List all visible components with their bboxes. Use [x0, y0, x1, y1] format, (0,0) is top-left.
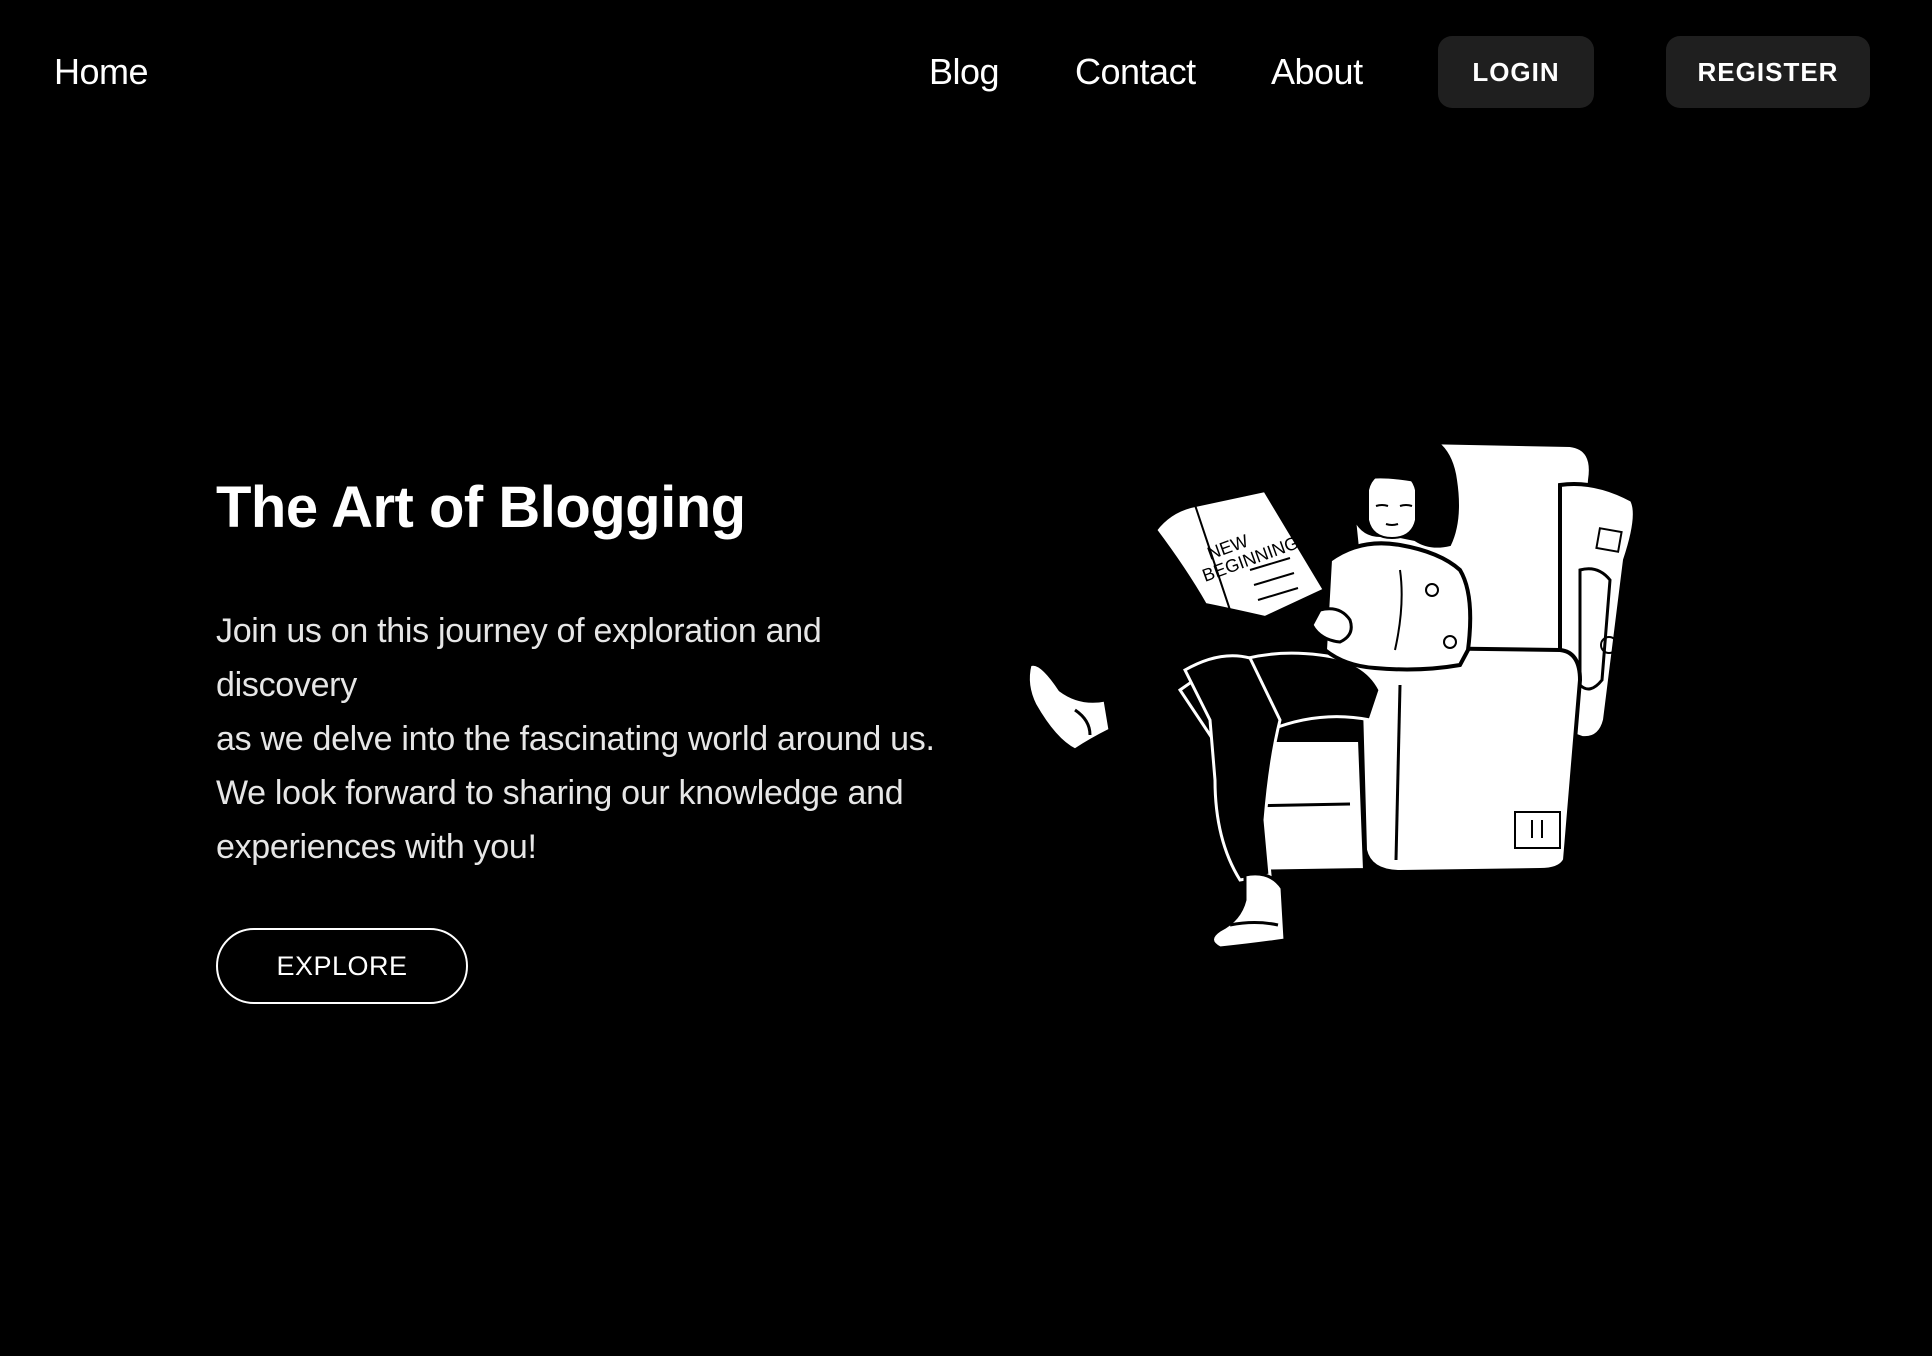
hero-description-line: Join us on this journey of exploration a…	[216, 612, 822, 650]
nav-contact-link[interactable]: Contact	[1075, 48, 1196, 96]
register-button[interactable]: REGISTER	[1666, 36, 1870, 108]
login-button[interactable]: LOGIN	[1438, 36, 1594, 108]
explore-button[interactable]: EXPLORE	[216, 928, 468, 1004]
hero-description-line: experiences with you!	[216, 828, 537, 866]
hero-title: The Art of Blogging	[216, 475, 746, 540]
nav-about-link[interactable]: About	[1271, 48, 1363, 96]
nav-blog-link[interactable]: Blog	[929, 48, 1000, 96]
nav-home-link[interactable]: Home	[54, 48, 149, 96]
hero-description: Join us on this journey of exploration a…	[216, 604, 1016, 874]
person-reading-in-armchair-illustration: NEW BEGINNING	[1026, 430, 1637, 950]
hero-description-line: discovery	[216, 666, 357, 704]
hero-description-line: as we delve into the fascinating world a…	[216, 720, 935, 758]
hero-description-line: We look forward to sharing our knowledge…	[216, 774, 904, 812]
